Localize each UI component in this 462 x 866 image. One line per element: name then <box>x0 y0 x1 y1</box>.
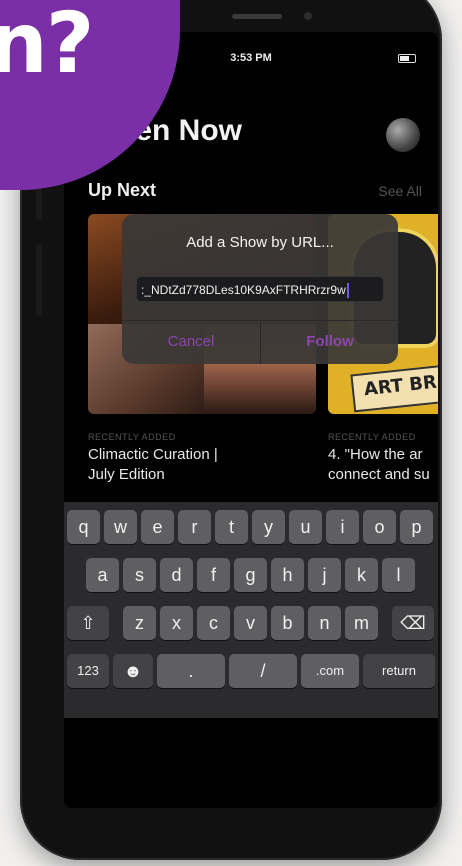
keyboard-row-3: ⇧ z x c v b n m ⌫ <box>64 606 438 646</box>
key-t[interactable]: t <box>215 510 248 544</box>
shift-key[interactable]: ⇧ <box>67 606 109 640</box>
follow-button[interactable]: Follow <box>261 320 398 364</box>
episode-title[interactable]: Climactic Curation | July Edition <box>88 445 218 485</box>
card-label: RECENTLY ADDED <box>88 432 176 442</box>
key-k[interactable]: k <box>345 558 378 592</box>
key-e[interactable]: e <box>141 510 174 544</box>
earpiece <box>232 14 282 19</box>
key-f[interactable]: f <box>197 558 230 592</box>
url-input-value: :_NDtZd778DLes10K9AxFTRHRrzr9w <box>141 283 346 297</box>
text-caret <box>346 283 349 299</box>
keyboard-row-4: 123 ☻ . / .com return <box>64 654 438 694</box>
episode-title[interactable]: 4. "How the ar connect and su <box>328 445 438 485</box>
key-r[interactable]: r <box>178 510 211 544</box>
art-sign-text: ART BR <box>362 371 438 401</box>
url-input[interactable]: :_NDtZd778DLes10K9AxFTRHRrzr9w <box>136 276 384 302</box>
key-p[interactable]: p <box>400 510 433 544</box>
episode-title-line: Climactic Curation | <box>88 446 218 463</box>
numbers-key[interactable]: 123 <box>67 654 109 688</box>
return-key[interactable]: return <box>363 654 435 688</box>
page: n? 3:53 PM Listen Now Up Next See All AR… <box>0 0 462 866</box>
card-label: RECENTLY ADDED <box>328 432 416 442</box>
volume-button <box>36 244 42 316</box>
keyboard: q w e r t y u i o p a s d f g h j k l ⇧ … <box>64 502 438 718</box>
key-n[interactable]: n <box>308 606 341 640</box>
key-slash[interactable]: / <box>229 654 297 688</box>
key-z[interactable]: z <box>123 606 156 640</box>
key-y[interactable]: y <box>252 510 285 544</box>
keyboard-row-2: a s d f g h j k l <box>64 558 438 598</box>
section-title: Up Next <box>88 180 157 200</box>
key-c[interactable]: c <box>197 606 230 640</box>
add-show-dialog: Add a Show by URL... :_NDtZd778DLes10K9A… <box>122 214 398 364</box>
key-l[interactable]: l <box>382 558 415 592</box>
see-all-link[interactable]: See All <box>378 183 422 199</box>
cancel-button[interactable]: Cancel <box>122 320 260 364</box>
emoji-key[interactable]: ☻ <box>113 654 153 688</box>
key-x[interactable]: x <box>160 606 193 640</box>
key-m[interactable]: m <box>345 606 378 640</box>
key-q[interactable]: q <box>67 510 100 544</box>
key-v[interactable]: v <box>234 606 267 640</box>
key-j[interactable]: j <box>308 558 341 592</box>
episode-title-line: connect and su <box>328 466 430 483</box>
front-camera <box>304 12 312 20</box>
key-a[interactable]: a <box>86 558 119 592</box>
key-h[interactable]: h <box>271 558 304 592</box>
key-o[interactable]: o <box>363 510 396 544</box>
episode-title-line: July Edition <box>88 466 165 483</box>
key-b[interactable]: b <box>271 606 304 640</box>
key-dotcom[interactable]: .com <box>301 654 359 688</box>
key-w[interactable]: w <box>104 510 137 544</box>
key-d[interactable]: d <box>160 558 193 592</box>
key-g[interactable]: g <box>234 558 267 592</box>
delete-key[interactable]: ⌫ <box>392 606 434 640</box>
battery-icon <box>398 54 416 63</box>
keyboard-row-1: q w e r t y u i o p <box>64 510 438 550</box>
key-dot[interactable]: . <box>157 654 225 688</box>
corner-question-text: n? <box>0 0 95 92</box>
dialog-title: Add a Show by URL... <box>186 234 334 251</box>
artwork-art-sign: ART BR <box>350 361 438 413</box>
profile-avatar[interactable] <box>386 118 420 152</box>
episode-title-line: 4. "How the ar <box>328 446 423 463</box>
key-s[interactable]: s <box>123 558 156 592</box>
key-i[interactable]: i <box>326 510 359 544</box>
key-u[interactable]: u <box>289 510 322 544</box>
